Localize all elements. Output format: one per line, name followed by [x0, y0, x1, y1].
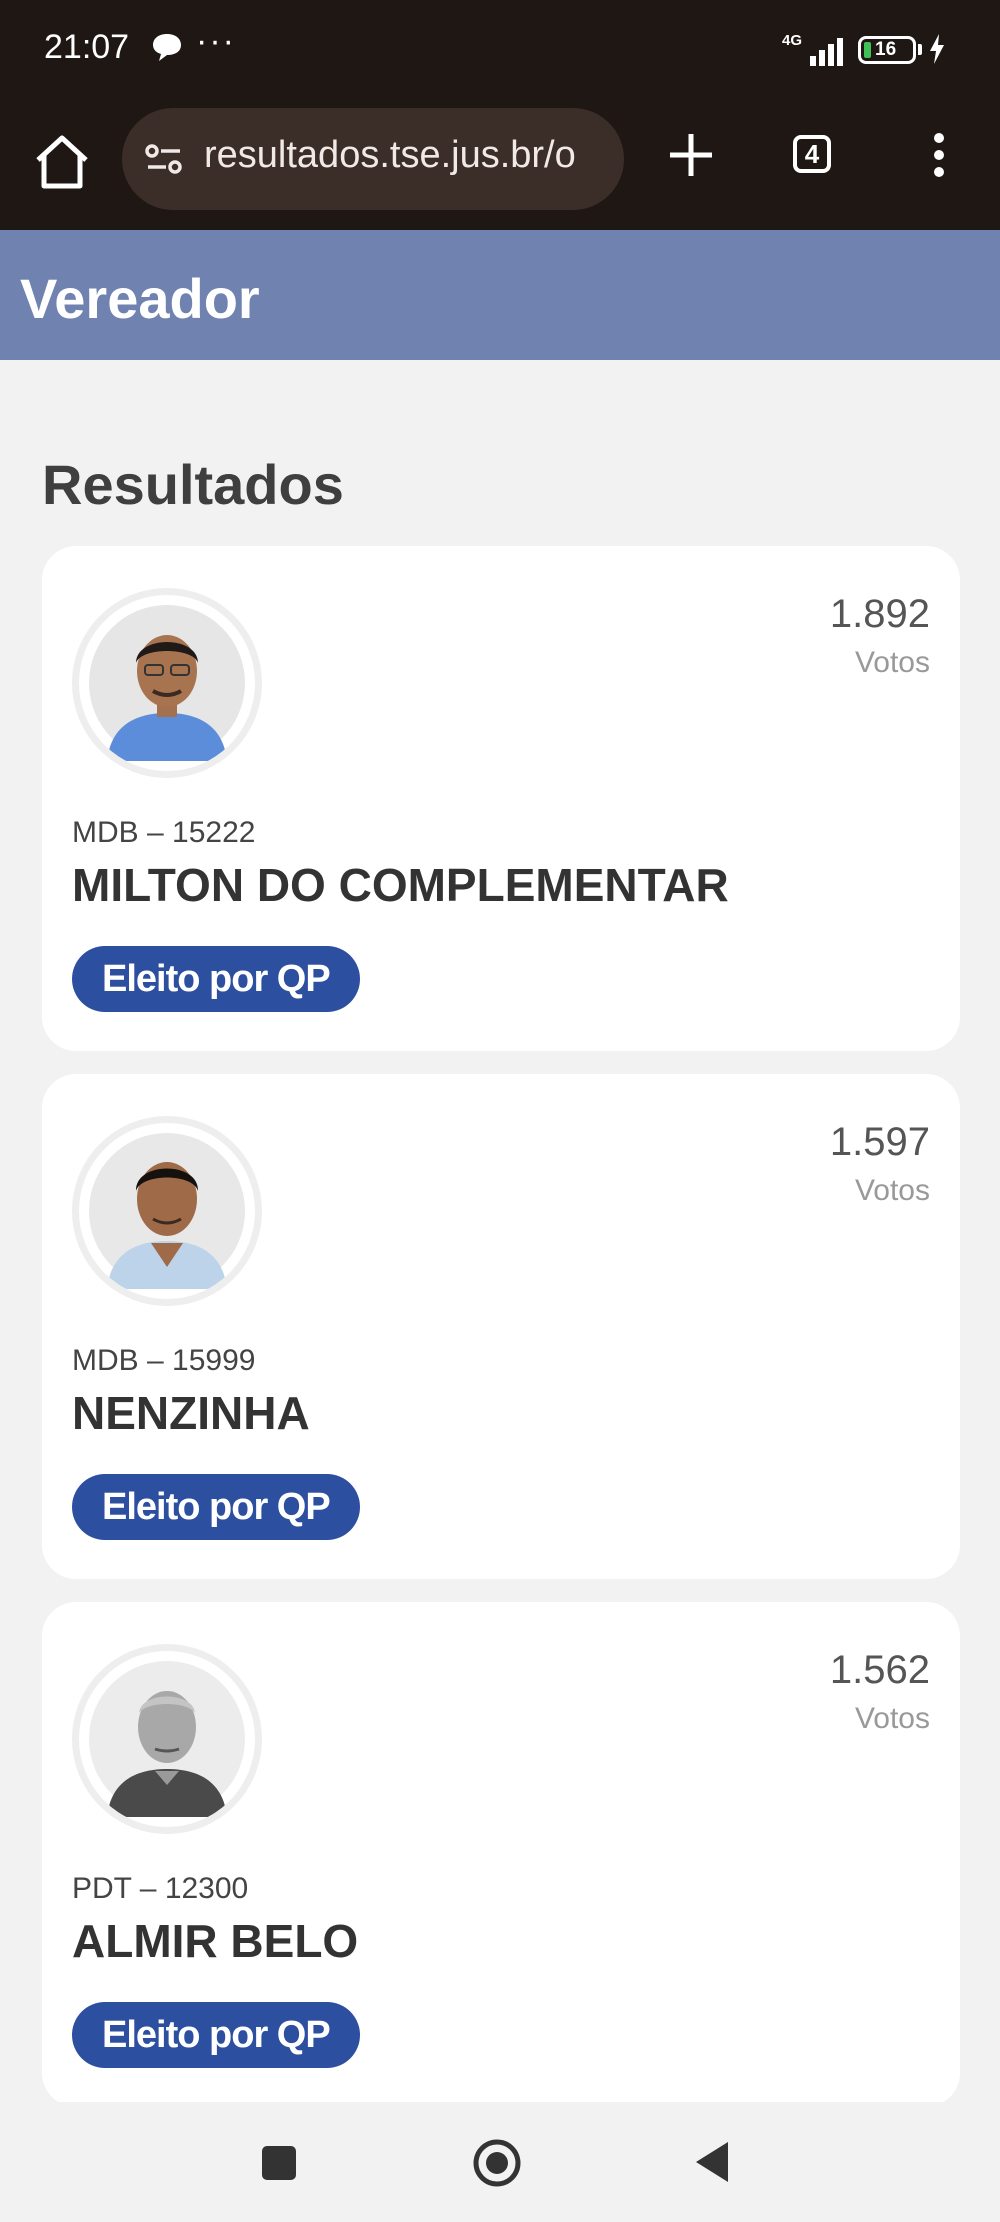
votes-label: Votos — [854, 646, 930, 679]
candidate-photo — [89, 605, 245, 761]
battery-level: 16 — [875, 39, 897, 60]
candidate-name: ALMIR BELO — [72, 1915, 359, 1967]
party-number: MDB – 15222 — [72, 816, 256, 849]
status-badge: Eleito por QP — [72, 946, 360, 1012]
home-icon[interactable] — [30, 130, 94, 194]
nav-back-icon[interactable] — [694, 2140, 730, 2184]
tabs-icon[interactable]: 4 — [793, 135, 831, 173]
battery-icon: 16 — [858, 36, 916, 64]
status-bar: 21:07 ··· 4G 16 — [0, 0, 1000, 100]
votes-label: Votos — [854, 1702, 930, 1735]
charging-icon — [930, 34, 944, 64]
address-bar[interactable]: resultados.tse.jus.br/o — [122, 108, 624, 210]
more-notifications-icon: ··· — [196, 22, 236, 60]
vote-count: 1.562 — [829, 1648, 930, 1692]
party-number: MDB – 15999 — [72, 1344, 256, 1377]
avatar — [72, 588, 262, 778]
url-text: resultados.tse.jus.br/o — [204, 134, 576, 176]
vote-count: 1.597 — [829, 1120, 930, 1164]
party-number: PDT – 12300 — [72, 1872, 249, 1905]
votes-label: Votos — [854, 1174, 930, 1207]
signal-icon — [810, 38, 843, 66]
chat-notification-icon — [153, 34, 181, 61]
page-title: Vereador — [20, 267, 260, 330]
network-type: 4G — [782, 32, 803, 49]
vote-count: 1.892 — [829, 592, 930, 636]
browser-toolbar: resultados.tse.jus.br/o 4 — [0, 100, 1000, 230]
avatar — [72, 1644, 262, 1834]
status-time: 21:07 — [44, 28, 130, 66]
nav-home-icon[interactable] — [472, 2138, 522, 2188]
candidate-card[interactable]: 1.892 Votos MDB – 15222 MILTON DO COMPLE… — [42, 546, 960, 1051]
site-settings-icon[interactable] — [144, 142, 184, 176]
battery-tip — [918, 44, 922, 55]
status-badge: Eleito por QP — [72, 1474, 360, 1540]
system-nav-bar — [0, 2102, 1000, 2222]
candidate-photo — [89, 1133, 245, 1289]
plus-icon[interactable] — [664, 128, 718, 182]
candidate-card[interactable]: 1.562 Votos PDT – 12300 ALMIR BELO Eleit… — [42, 1602, 960, 2107]
status-badge: Eleito por QP — [72, 2002, 360, 2068]
candidate-name: MILTON DO COMPLEMENTAR — [72, 859, 729, 911]
page-header: Vereador — [0, 230, 1000, 360]
candidate-card[interactable]: 1.597 Votos MDB – 15999 NENZINHA Eleito … — [42, 1074, 960, 1579]
candidate-name: NENZINHA — [72, 1387, 310, 1439]
nav-square-icon[interactable] — [262, 2146, 296, 2180]
avatar — [72, 1116, 262, 1306]
section-title: Resultados — [42, 453, 344, 516]
candidate-photo — [89, 1661, 245, 1817]
more-vert-icon[interactable] — [924, 130, 954, 180]
